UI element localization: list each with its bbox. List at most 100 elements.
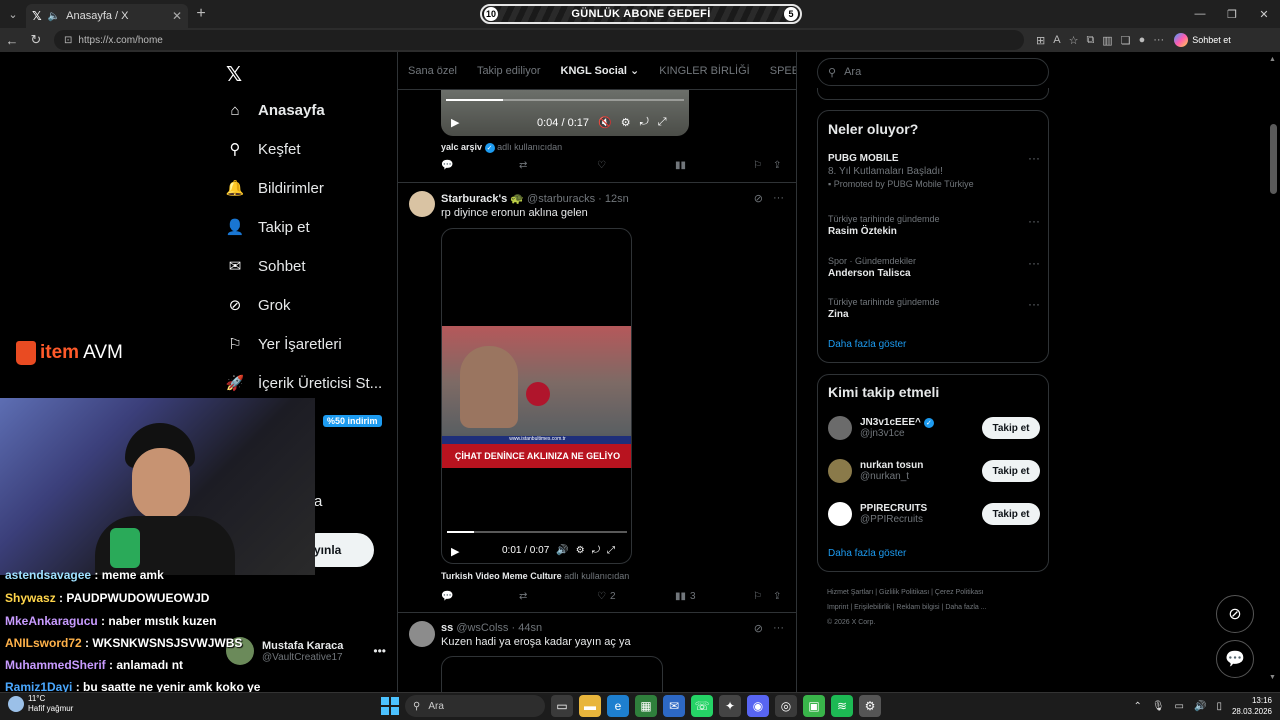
new-tab-button[interactable]: + bbox=[188, 5, 214, 23]
video-player[interactable]: www.istanbultimes.com.tr ÇİHAT DENİNCE A… bbox=[441, 228, 632, 564]
rotate-icon[interactable]: ⤾ bbox=[640, 116, 649, 129]
trend-item[interactable]: PUBG MOBILE 8. Yıl Kutlamaları Başladı! ▪ … bbox=[828, 151, 1040, 189]
fullscreen-icon[interactable]: ⤢ bbox=[607, 545, 615, 556]
app-icon[interactable]: ▣ bbox=[803, 695, 825, 717]
task-view-icon[interactable]: ▭ bbox=[551, 695, 573, 717]
windows-start-icon[interactable] bbox=[381, 697, 399, 715]
like-icon[interactable]: ♡ bbox=[597, 160, 675, 171]
volume-icon[interactable]: 🔊 bbox=[1194, 701, 1206, 712]
media-preview[interactable] bbox=[441, 656, 663, 692]
more-options-icon[interactable]: ··· bbox=[1153, 34, 1164, 46]
more-dots-icon[interactable]: ··· bbox=[773, 622, 784, 635]
more-dots-icon[interactable]: ··· bbox=[1028, 151, 1040, 165]
app-icon[interactable]: ✦ bbox=[719, 695, 741, 717]
trend-item[interactable]: Türkiye tarihinde gündemde Rasim Öztekin ·… bbox=[828, 214, 1040, 237]
footer-link[interactable]: Gizlilik Politikası bbox=[879, 589, 929, 596]
spotify-icon[interactable]: ≋ bbox=[831, 695, 853, 717]
more-dots-icon[interactable]: ··· bbox=[773, 192, 784, 205]
nav-item-3[interactable]: 👤 Takip et bbox=[226, 218, 310, 237]
bookmark-icon[interactable]: ⚐ bbox=[753, 591, 773, 602]
views-button[interactable]: ▮▮ 3 bbox=[675, 591, 753, 602]
follow-suggestion[interactable]: nurkan tosun @nurkan_t Takip et bbox=[828, 456, 1040, 486]
retweet-icon[interactable]: ⇄ bbox=[519, 591, 597, 602]
settings-gear-icon[interactable]: ⚙ bbox=[859, 695, 881, 717]
reply-icon[interactable]: 💬 bbox=[441, 591, 519, 602]
restore-icon[interactable]: ❐ bbox=[1216, 0, 1248, 28]
avatar[interactable] bbox=[409, 191, 435, 217]
attribution-name[interactable]: Turkish Video Meme Culture bbox=[441, 571, 562, 581]
fullscreen-icon[interactable]: ⤢ bbox=[658, 116, 667, 129]
footer-link[interactable]: Daha fazla ... bbox=[945, 604, 986, 611]
store-icon[interactable]: ▦ bbox=[635, 695, 657, 717]
discord-icon[interactable]: ◉ bbox=[747, 695, 769, 717]
video-player[interactable]: ▶ 0:04 / 0:17 🔇 ⚙ ⤾ ⤢ bbox=[441, 90, 689, 136]
timeline-tab[interactable]: Takip ediliyor bbox=[477, 65, 541, 77]
rotate-icon[interactable]: ⤾ bbox=[592, 545, 600, 556]
nav-item-partial[interactable]: a bbox=[314, 493, 322, 510]
views-icon[interactable]: ▮▮ bbox=[675, 160, 753, 171]
edge-icon[interactable]: e bbox=[607, 695, 629, 717]
microphone-icon[interactable]: 🎙 bbox=[1152, 701, 1165, 712]
tweet-author-name[interactable]: Starburack's bbox=[441, 193, 507, 205]
trend-item[interactable]: Türkiye tarihinde gündemde Zina ··· bbox=[828, 297, 1040, 320]
follow-suggestion[interactable]: PPIRECRUITS @PPIRecruits Takip et bbox=[828, 499, 1040, 529]
nav-item-0[interactable]: ⌂ Anasayfa bbox=[226, 101, 324, 119]
weather-widget[interactable]: 11°C Hafif yağmur bbox=[8, 694, 73, 714]
share-icon[interactable]: ⇪ bbox=[773, 160, 781, 171]
account-switcher[interactable]: Mustafa Karaca @VaultCreative17 ••• bbox=[226, 637, 386, 665]
footer-link[interactable]: Çerez Politikası bbox=[935, 589, 984, 596]
scrollbar-thumb[interactable] bbox=[1270, 124, 1277, 194]
settings-gear-icon[interactable]: ⚙ bbox=[576, 545, 585, 556]
follow-suggestion[interactable]: JN3v1cEEE^ ✓ @jn3v1ce Takip et bbox=[828, 413, 1040, 443]
grok-float-button[interactable]: ⊘ bbox=[1216, 595, 1254, 633]
avatar[interactable] bbox=[409, 621, 435, 647]
more-dots-icon[interactable]: ··· bbox=[1028, 297, 1040, 311]
footer-link[interactable]: Reklam bilgisi bbox=[896, 604, 939, 611]
nav-item-6[interactable]: ⚐ Yer İşaretleri bbox=[226, 335, 341, 354]
x-logo-icon[interactable]: 𝕏 bbox=[226, 62, 242, 86]
favorite-star-icon[interactable]: ☆ bbox=[1069, 34, 1079, 47]
like-button[interactable]: ♡ 2 bbox=[597, 591, 675, 602]
nav-item-2[interactable]: 🔔 Bildirimler bbox=[226, 179, 324, 198]
video-progress-bar[interactable] bbox=[447, 531, 627, 533]
play-icon[interactable]: ▶ bbox=[451, 545, 459, 558]
footer-link[interactable]: Hizmet Şartları bbox=[827, 589, 873, 596]
close-tab-icon[interactable]: ✕ bbox=[172, 9, 182, 23]
browser-tab[interactable]: 𝕏 🔈 Anasayfa / X ✕ bbox=[26, 4, 188, 28]
timeline-tab[interactable]: KNGL Social ⌄ bbox=[561, 64, 640, 77]
obs-icon[interactable]: ◎ bbox=[775, 695, 797, 717]
profile-icon[interactable]: ● bbox=[1139, 34, 1146, 46]
nav-item-5[interactable]: ⊘ Grok bbox=[226, 296, 291, 315]
reply-icon[interactable]: 💬 bbox=[441, 160, 519, 171]
battery-icon[interactable]: ▯ bbox=[1216, 701, 1222, 712]
network-icon[interactable]: ▭ bbox=[1175, 701, 1184, 712]
page-scrollbar[interactable]: ▲ ▼ bbox=[1267, 52, 1280, 692]
messages-float-button[interactable]: 💬 bbox=[1216, 640, 1254, 678]
nav-item-7[interactable]: 🚀 İçerik Üreticisi St... bbox=[226, 374, 383, 393]
timeline-tab[interactable]: SPEED G bbox=[770, 65, 796, 77]
grok-icon[interactable]: ⊘ bbox=[754, 622, 763, 635]
extensions-icon[interactable]: ⧉ bbox=[1086, 34, 1094, 47]
collections-icon[interactable]: ❏ bbox=[1121, 34, 1131, 47]
mail-icon[interactable]: ✉ bbox=[663, 695, 685, 717]
more-dots-icon[interactable]: ••• bbox=[373, 644, 386, 658]
bookmark-icon[interactable]: ⚐ bbox=[753, 160, 773, 171]
settings-gear-icon[interactable]: ⚙ bbox=[621, 116, 631, 129]
retweet-icon[interactable]: ⇄ bbox=[519, 160, 597, 171]
nav-item-1[interactable]: ⚲ Keşfet bbox=[226, 140, 301, 159]
apps-icon[interactable]: ⊞ bbox=[1036, 34, 1045, 47]
minimize-icon[interactable]: — bbox=[1184, 0, 1216, 28]
play-icon[interactable]: ▶ bbox=[451, 116, 459, 129]
tab-list-chevron-icon[interactable]: ⌄ bbox=[0, 0, 26, 28]
follow-button[interactable]: Takip et bbox=[982, 417, 1040, 439]
more-dots-icon[interactable]: ··· bbox=[1028, 256, 1040, 270]
clock[interactable]: 13:16 28.03.2026 bbox=[1232, 695, 1272, 717]
volume-icon[interactable]: 🔊 bbox=[556, 545, 568, 556]
footer-link[interactable]: Imprint bbox=[827, 604, 848, 611]
back-icon[interactable]: ← bbox=[0, 33, 24, 48]
search-input[interactable]: ⚲ Ara bbox=[817, 58, 1049, 86]
footer-link[interactable]: Erişilebilirlik bbox=[854, 604, 891, 611]
attribution-name[interactable]: yalc arşiv bbox=[441, 142, 482, 152]
share-icon[interactable]: ⇪ bbox=[773, 591, 781, 602]
mute-icon[interactable]: 🔇 bbox=[598, 116, 612, 129]
